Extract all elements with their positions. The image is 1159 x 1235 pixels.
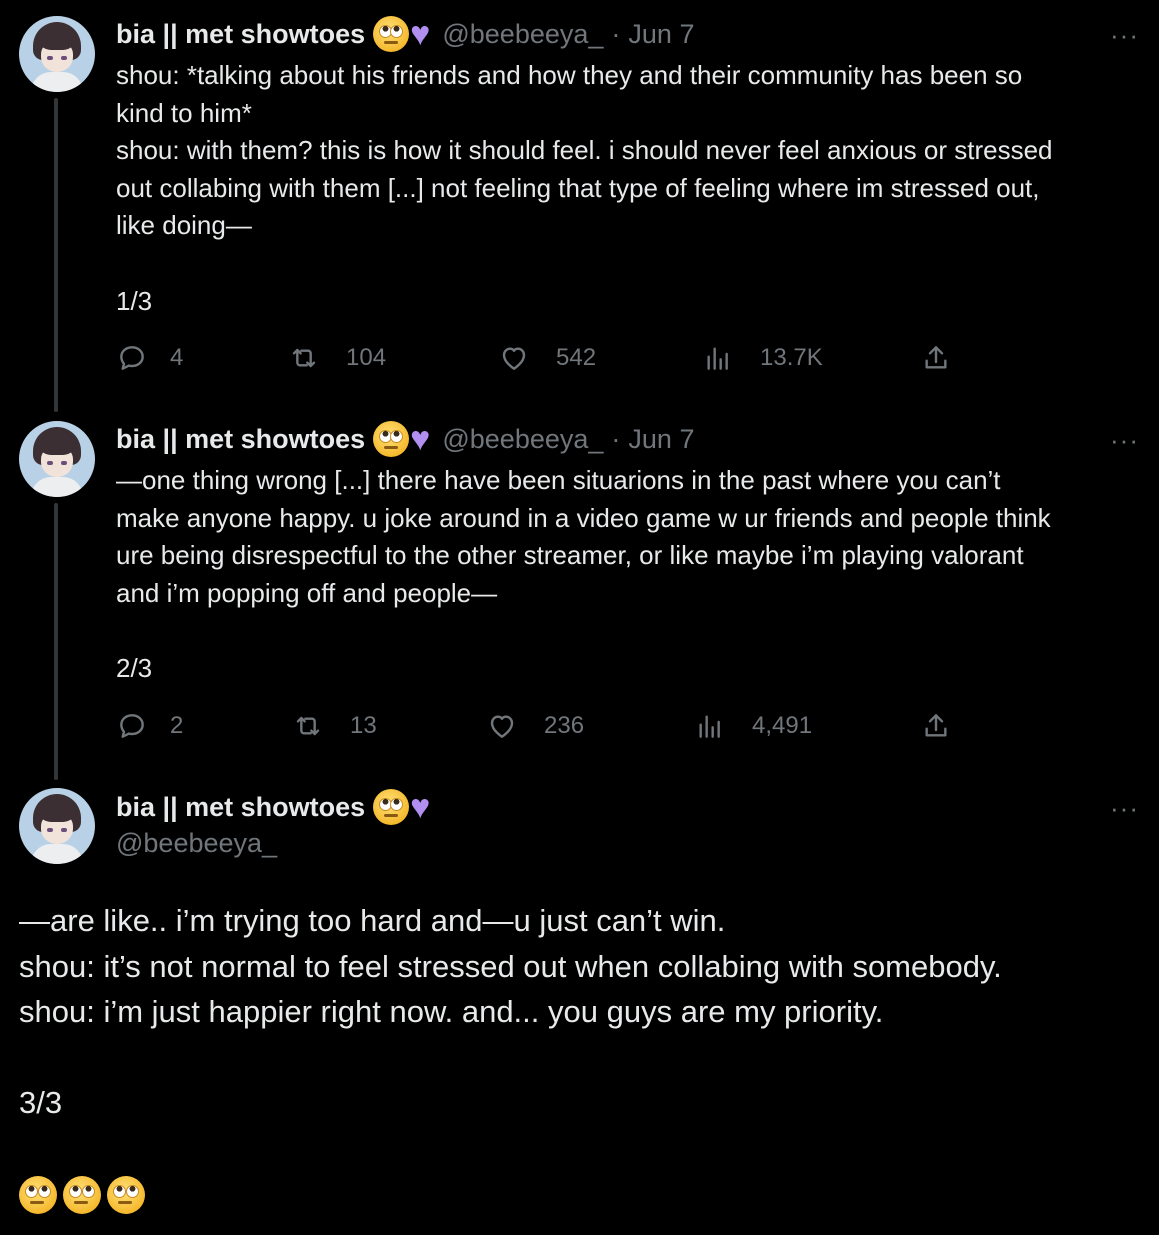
tweet-line: and i’m popping off and people— <box>116 577 498 608</box>
heart-icon <box>502 347 526 370</box>
tweet-actions: 4 104 542 13.7K <box>116 342 956 382</box>
more-options-icon[interactable]: ··· <box>1110 795 1139 821</box>
thread-counter: 2/3 <box>116 652 153 683</box>
purple-heart-icon: ♥ <box>410 15 431 53</box>
views-button[interactable]: 13.7K <box>702 342 823 374</box>
tweet-line: kind to him* <box>116 97 252 128</box>
like-button[interactable]: 542 <box>498 342 596 374</box>
tweet-1[interactable]: bia || met showtoes ♥ @beebeeya_ · Jun 7… <box>0 0 1159 400</box>
repost-icon <box>292 348 316 368</box>
separator-dot: · <box>611 18 621 49</box>
rolling-eyes-emoji-icon <box>373 421 410 457</box>
timestamp[interactable]: Jun 7 <box>628 19 694 50</box>
like-count: 236 <box>544 712 585 739</box>
avatar[interactable] <box>19 788 95 864</box>
trailing-emojis <box>19 1176 145 1214</box>
tweet-header: bia || met showtoes ♥ @beebeeya_ · Jun 7 <box>116 15 694 53</box>
tweet-line <box>19 1035 1139 1081</box>
tweet-line <box>116 612 1146 650</box>
reply-button[interactable]: 2 <box>116 710 183 742</box>
tweet-line: out collabing with them [...] not feelin… <box>116 172 1040 203</box>
tweet-line: shou: i’m just happier right now. and...… <box>19 994 884 1030</box>
thread-counter: 3/3 <box>19 1085 63 1121</box>
display-name[interactable]: bia || met showtoes <box>116 19 365 50</box>
repost-icon <box>296 716 320 736</box>
tweet-text: shou: *talking about his friends and how… <box>116 57 1146 320</box>
like-count: 542 <box>556 344 597 371</box>
tweet-line: ure being disrespectful to the other str… <box>116 540 1024 571</box>
handle[interactable]: @beebeeya_ <box>442 19 603 50</box>
rolling-eyes-emoji-icon <box>19 1176 57 1214</box>
share-icon <box>925 714 947 737</box>
handle[interactable]: @beebeeya_ <box>442 424 603 455</box>
rolling-eyes-emoji-icon <box>107 1176 145 1214</box>
tweet-line: shou: *talking about his friends and how… <box>116 60 1023 90</box>
rolling-eyes-emoji-icon <box>373 16 410 52</box>
timestamp[interactable]: Jun 7 <box>628 424 694 455</box>
reply-icon <box>120 714 144 738</box>
more-options-icon[interactable]: ··· <box>1110 427 1139 453</box>
thread-counter: 1/3 <box>116 285 153 316</box>
repost-button[interactable]: 13 <box>292 710 377 742</box>
views-chart-icon <box>699 715 720 738</box>
tweet-actions: 2 13 236 4,491 <box>116 710 956 750</box>
tweet-line: shou: with them? this is how it should f… <box>116 135 1053 166</box>
avatar[interactable] <box>19 16 95 92</box>
tweet-line: make anyone happy. u joke around in a vi… <box>116 502 1051 533</box>
share-button[interactable] <box>920 710 952 742</box>
reply-count: 4 <box>170 344 184 371</box>
share-button[interactable] <box>920 342 952 374</box>
tweet-header: bia || met showtoes ♥ <box>116 788 430 826</box>
handle[interactable]: @beebeeya_ <box>116 828 277 859</box>
views-chart-icon <box>707 347 728 370</box>
tweet-header: bia || met showtoes ♥ @beebeeya_ · Jun 7 <box>116 420 694 458</box>
more-options-icon[interactable]: ··· <box>1110 22 1139 48</box>
reply-button[interactable]: 4 <box>116 342 183 374</box>
tweet-2[interactable]: bia || met showtoes ♥ @beebeeya_ · Jun 7… <box>0 405 1159 775</box>
views-button[interactable]: 4,491 <box>694 710 812 742</box>
purple-heart-icon: ♥ <box>410 788 431 826</box>
repost-button[interactable]: 104 <box>288 342 386 374</box>
reply-count: 2 <box>170 712 184 739</box>
rolling-eyes-emoji-icon <box>63 1176 101 1214</box>
display-name[interactable]: bia || met showtoes <box>116 424 365 455</box>
tweet-line: shou: it’s not normal to feel stressed o… <box>19 948 1002 984</box>
tweet-text: —one thing wrong [...] there have been s… <box>116 462 1146 688</box>
views-count: 4,491 <box>752 712 813 739</box>
tweet-line: —one thing wrong [...] there have been s… <box>116 465 1001 495</box>
tweet-text: —are like.. i’m trying too hard and—u ju… <box>19 898 1139 1126</box>
like-button[interactable]: 236 <box>486 710 584 742</box>
reply-icon <box>120 346 144 370</box>
purple-heart-icon: ♥ <box>410 420 431 458</box>
heart-icon <box>490 715 514 738</box>
tweet-line: like doing— <box>116 210 252 241</box>
avatar[interactable] <box>19 421 95 497</box>
rolling-eyes-emoji-icon <box>373 789 410 825</box>
separator-dot: · <box>611 423 621 454</box>
display-name[interactable]: bia || met showtoes <box>116 792 365 823</box>
tweet-line: —are like.. i’m trying too hard and—u ju… <box>19 903 726 938</box>
views-count: 13.7K <box>760 344 823 371</box>
share-icon <box>925 346 947 369</box>
repost-count: 13 <box>350 712 377 739</box>
repost-count: 104 <box>346 344 387 371</box>
tweet-line <box>116 245 1146 283</box>
